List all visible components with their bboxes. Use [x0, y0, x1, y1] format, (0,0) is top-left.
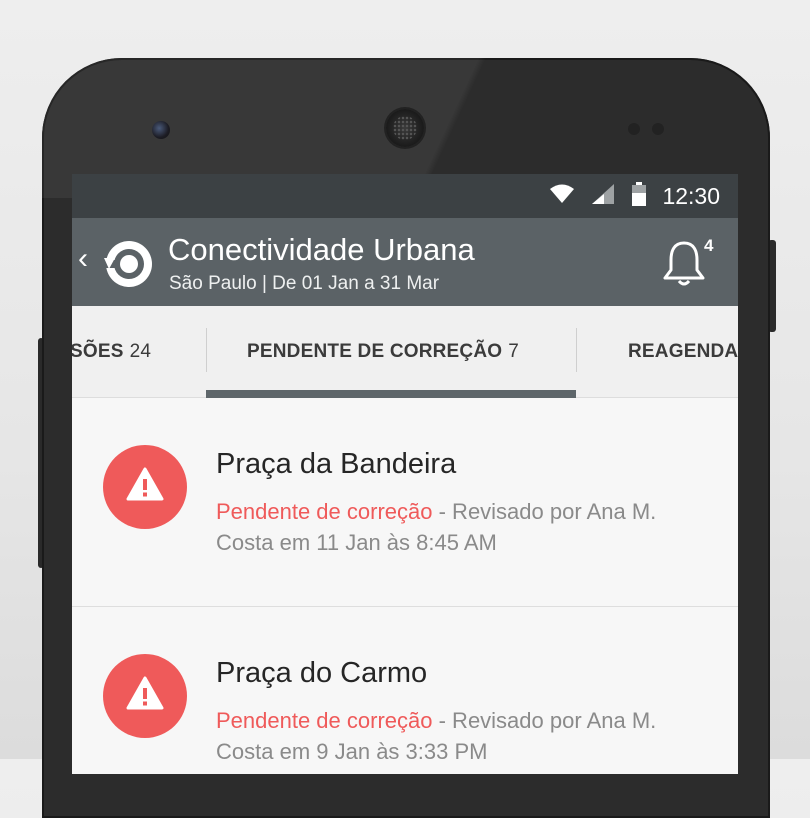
- warning-icon: [126, 676, 164, 710]
- front-camera: [152, 121, 170, 139]
- list-item[interactable]: Praça do Carmo Pendente de correção - Re…: [72, 607, 738, 774]
- warning-badge: [103, 445, 187, 529]
- tab-reagendados[interactable]: REAGENDA: [628, 306, 738, 397]
- proximity-sensor: [628, 123, 640, 135]
- status-time: 12:30: [662, 182, 720, 209]
- item-status: Pendente de correção - Revisado por Ana …: [216, 496, 716, 558]
- warning-badge: [103, 654, 187, 738]
- tab-label: SÕES: [72, 340, 124, 362]
- wifi-icon: [550, 184, 575, 209]
- inspection-list: Praça da Bandeira Pendente de correção -…: [72, 398, 738, 774]
- warning-icon: [126, 467, 164, 501]
- phone-screen: 12:30 ‹ Conectividade Urbana São Paulo |…: [72, 174, 738, 774]
- status-label: Pendente de correção: [216, 499, 433, 524]
- status-label: Pendente de correção: [216, 708, 433, 733]
- list-item[interactable]: Praça da Bandeira Pendente de correção -…: [72, 398, 738, 607]
- bell-icon[interactable]: [662, 240, 706, 286]
- light-sensor: [652, 123, 664, 135]
- item-title: Praça do Carmo: [216, 657, 428, 689]
- tab-divider: [206, 328, 207, 372]
- back-arrow-icon[interactable]: ‹: [78, 242, 88, 276]
- tab-label: PENDENTE DE CORREÇÃO: [247, 340, 503, 362]
- earpiece-speaker: [386, 109, 424, 147]
- tab-revisoes[interactable]: SÕES 24: [72, 306, 151, 397]
- app-bar: ‹ Conectividade Urbana São Paulo | De 01…: [72, 218, 738, 306]
- signal-icon: [592, 183, 615, 209]
- app-subtitle: São Paulo | De 01 Jan a 31 Mar: [169, 273, 440, 294]
- tab-divider: [576, 328, 577, 372]
- item-status: Pendente de correção - Revisado por Ana …: [216, 705, 716, 767]
- notification-badge: 4: [704, 236, 714, 255]
- tab-bar: SÕES 24 PENDENTE DE CORREÇÃO 7 REAGENDA: [72, 306, 738, 398]
- tab-pendente-de-correcao[interactable]: PENDENTE DE CORREÇÃO 7: [247, 306, 519, 397]
- tab-count: 7: [508, 340, 520, 362]
- battery-icon: [632, 181, 647, 211]
- app-logo-icon: [102, 238, 154, 290]
- tab-count: 24: [129, 340, 152, 362]
- item-title: Praça da Bandeira: [216, 448, 457, 480]
- status-bar: 12:30: [72, 174, 738, 218]
- app-title: Conectividade Urbana: [168, 232, 475, 267]
- tab-label: REAGENDA: [628, 340, 738, 362]
- active-tab-indicator: [206, 390, 576, 398]
